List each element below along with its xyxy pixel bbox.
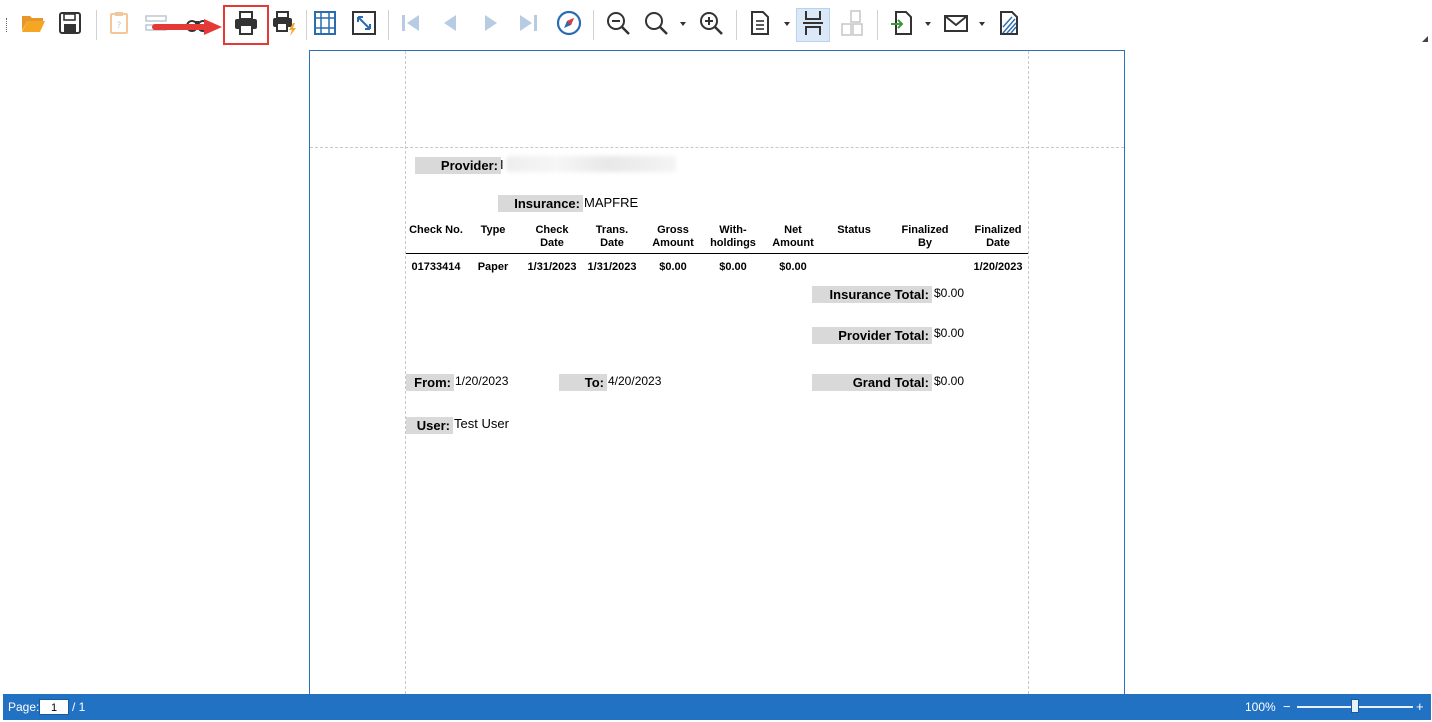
cell-check-no: 01733414 <box>411 261 461 273</box>
scale-button[interactable] <box>347 8 381 42</box>
col-header-type: Type <box>480 224 506 236</box>
quick-print-button[interactable] <box>268 8 302 42</box>
next-page-button[interactable] <box>474 8 508 42</box>
navigation-button[interactable] <box>552 8 586 42</box>
grand-total-value: $0.00 <box>934 374 965 388</box>
email-dropdown-caret[interactable] <box>979 22 985 26</box>
continuous-view-icon <box>799 9 827 42</box>
col-header-check-no: Check No. <box>409 224 463 236</box>
print-icon <box>232 9 260 42</box>
zoom-out-icon <box>604 9 632 42</box>
multiple-pages-icon <box>838 9 866 42</box>
scale-icon <box>350 9 378 42</box>
page-view-dropdown-caret[interactable] <box>784 22 790 26</box>
to-value: 4/20/2023 <box>608 374 662 388</box>
page-setup-icon <box>311 9 339 42</box>
provider-redacted <box>506 156 676 172</box>
watermark-icon <box>995 9 1023 42</box>
col-header-finalized-by: Finalized By <box>901 224 949 249</box>
export-icon <box>888 9 916 42</box>
save-icon <box>56 9 84 42</box>
col-header-finalized-date: Finalized Date <box>974 224 1022 249</box>
export-button[interactable] <box>885 8 919 42</box>
watermark-button[interactable] <box>992 8 1026 42</box>
previous-page-button[interactable] <box>433 8 467 42</box>
provider-label: Provider: <box>415 157 501 174</box>
multiple-pages-button[interactable] <box>835 8 869 42</box>
from-label: From: <box>406 374 454 391</box>
user-label: User: <box>406 417 453 434</box>
page-number-input[interactable]: 1 <box>39 699 69 715</box>
toolbar-grip[interactable] <box>6 18 8 32</box>
cell-withholdings: $0.00 <box>719 261 747 273</box>
page-setup-button[interactable] <box>308 8 342 42</box>
insurance-total-label: Insurance Total: <box>812 286 932 303</box>
provider-total-value: $0.00 <box>934 326 965 340</box>
annotation-arrow-icon <box>152 19 222 35</box>
zoom-in-icon <box>697 9 725 42</box>
cell-net-amount: $0.00 <box>779 261 807 273</box>
col-header-net-amount: Net Amount <box>772 224 814 249</box>
toolbar: ? <box>0 0 1432 50</box>
col-header-status: Status <box>837 224 871 236</box>
last-page-button[interactable] <box>511 8 545 42</box>
cell-gross-amount: $0.00 <box>659 261 687 273</box>
navigation-icon <box>555 9 583 42</box>
page-total: / 1 <box>72 700 86 714</box>
open-button[interactable] <box>16 8 50 42</box>
next-page-icon <box>477 9 505 42</box>
report-page: Provider: I Insurance: MAPFRE Check No. … <box>309 50 1125 694</box>
quick-print-icon <box>271 9 299 42</box>
email-button[interactable] <box>939 8 973 42</box>
page-label: Page: <box>8 700 40 714</box>
print-button[interactable] <box>223 5 269 45</box>
col-header-withholdings: With-holdings <box>710 224 756 249</box>
zoom-in-button[interactable] <box>694 8 728 42</box>
single-page-icon <box>746 9 774 42</box>
toolbar-overflow-icon[interactable] <box>1422 36 1428 42</box>
last-page-icon <box>514 9 542 42</box>
parameters-button[interactable]: ? <box>102 8 136 42</box>
cell-check-date: 1/31/2023 <box>527 261 577 273</box>
col-header-gross-amount: Gross Amount <box>652 224 694 249</box>
grand-total-label: Grand Total: <box>812 374 932 391</box>
zoom-button[interactable] <box>639 8 673 42</box>
cell-trans-date: 1/31/2023 <box>587 261 637 273</box>
export-dropdown-caret[interactable] <box>925 22 931 26</box>
zoom-icon <box>642 9 670 42</box>
continuous-view-button[interactable] <box>796 8 830 42</box>
previous-page-icon <box>436 9 464 42</box>
svg-text:?: ? <box>117 21 122 31</box>
table-header-rule <box>406 253 1028 254</box>
insurance-total-value: $0.00 <box>934 286 965 300</box>
email-icon <box>942 9 970 42</box>
to-label: To: <box>559 374 607 391</box>
zoom-slider-plus[interactable]: + <box>1416 700 1424 713</box>
first-page-icon <box>397 9 425 42</box>
from-value: 1/20/2023 <box>455 374 509 388</box>
user-value: Test User <box>454 416 509 431</box>
zoom-dropdown-caret[interactable] <box>680 22 686 26</box>
col-header-check-date: Check Date <box>535 224 569 249</box>
zoom-out-button[interactable] <box>601 8 635 42</box>
insurance-value: MAPFRE <box>584 195 639 210</box>
cell-finalized-date: 1/20/2023 <box>973 261 1023 273</box>
status-bar: Page: 1 / 1 100% − + <box>3 694 1431 720</box>
cell-type: Paper <box>477 261 509 273</box>
insurance-label: Insurance: <box>498 195 583 212</box>
open-icon <box>19 9 47 42</box>
provider-total-label: Provider Total: <box>812 327 932 344</box>
save-button[interactable] <box>53 8 87 42</box>
zoom-slider-thumb[interactable] <box>1351 699 1359 713</box>
parameters-icon: ? <box>105 9 133 42</box>
provider-value: I <box>500 157 504 172</box>
single-page-button[interactable] <box>743 8 777 42</box>
col-header-trans-date: Trans. Date <box>595 224 629 249</box>
zoom-slider-minus[interactable]: − <box>1283 700 1291 713</box>
first-page-button[interactable] <box>394 8 428 42</box>
zoom-level: 100% <box>1245 700 1276 714</box>
